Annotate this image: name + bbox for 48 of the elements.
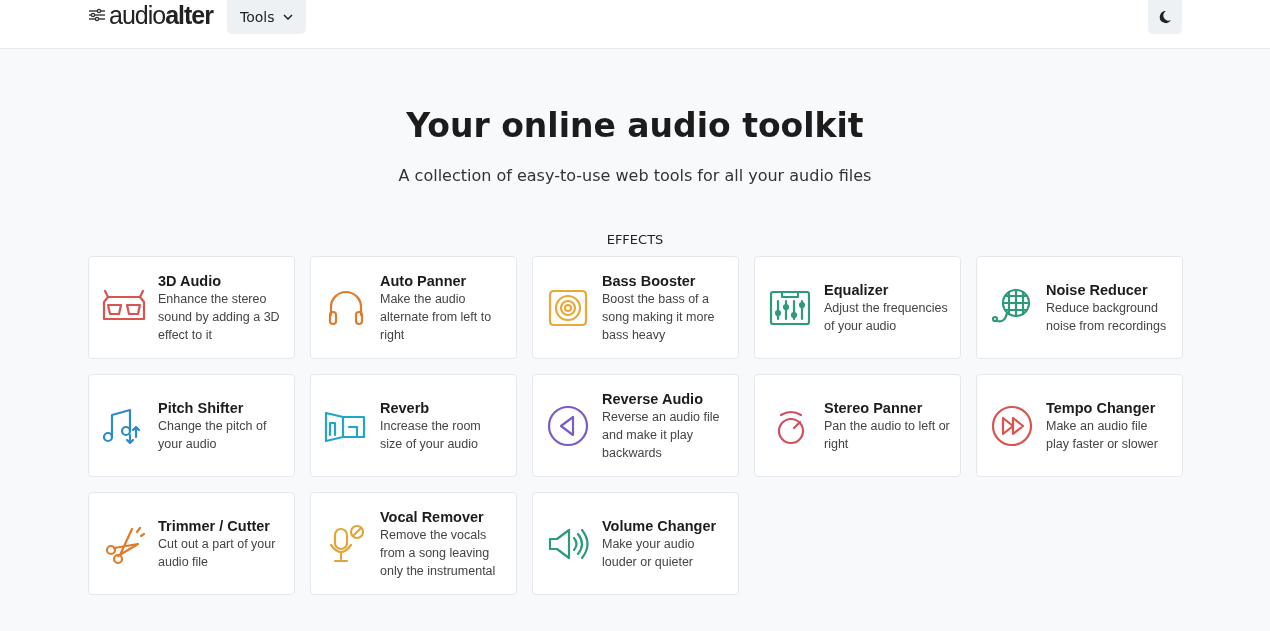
tool-card[interactable]: Pitch Shifter Change the pitch of your audio: [88, 374, 295, 477]
tool-description: Increase the room size of your audio: [380, 417, 482, 453]
tool-description: Adjust the frequencies of your audio: [824, 299, 949, 335]
tool-card[interactable]: Volume Changer Make your audio louder or quieter: [532, 492, 739, 595]
tool-title: Stereo Panner: [824, 398, 924, 417]
tool-title: 3D Audio: [158, 271, 223, 290]
moon-icon: [1158, 10, 1172, 24]
tools-menu-button[interactable]: Tools: [227, 0, 307, 34]
tool-card[interactable]: Tempo Changer Make an audio file play faster or slower: [976, 374, 1183, 477]
chevron-down-icon: [283, 14, 294, 20]
tool-card[interactable]: Auto Panner Make the audio alternate from left to right: [310, 256, 517, 359]
tool-description: Cut out a part of your audio file: [158, 535, 277, 571]
page-title: Your online audio toolkit: [406, 105, 864, 147]
tool-title: Auto Panner: [380, 271, 468, 290]
tool-card[interactable]: 3D Audio Enhance the stereo sound by adding a 3D effect to it: [88, 256, 295, 359]
tool-title: Trimmer / Cutter: [158, 516, 271, 535]
tool-description: Reverse an audio file and make it play backwards: [602, 408, 721, 462]
dark-mode-button[interactable]: [1148, 0, 1182, 34]
tool-description: Enhance the stereo sound by adding a 3D effect to it: [158, 290, 281, 344]
tool-title: Reverb: [380, 398, 431, 417]
tool-card[interactable]: Equalizer Adjust the frequencies of your audio: [754, 256, 961, 359]
tool-title: Volume Changer: [602, 516, 718, 535]
tool-card[interactable]: Trimmer / Cutter Cut out a part of your audio file: [88, 492, 295, 595]
tool-card[interactable]: Vocal Remover Remove the vocals from a song leaving only the instrumental: [310, 492, 517, 595]
tool-card[interactable]: Reverb Increase the room size of your audio: [310, 374, 517, 477]
tool-description: Change the pitch of your audio: [158, 417, 268, 453]
tool-description: Boost the bass of a song making it more bass heavy: [602, 290, 716, 344]
logo-text[interactable]: audioalter: [109, 0, 213, 30]
page-subtitle: A collection of easy-to-use web tools for all your audio files: [398, 165, 872, 187]
tool-description: Make an audio file play faster or slower: [1046, 417, 1159, 453]
tool-title: Equalizer: [824, 280, 890, 299]
tool-description: Make your audio louder or quieter: [602, 535, 696, 571]
tool-title: Pitch Shifter: [158, 398, 245, 417]
tool-description: Remove the vocals from a song leaving only the instrumental: [380, 526, 497, 580]
tool-card[interactable]: Bass Booster Boost the bass of a song making it more bass heavy: [532, 256, 739, 359]
tool-title: Noise Reducer: [1046, 280, 1149, 299]
section-heading: EFFECTS: [606, 231, 664, 249]
tool-card[interactable]: Noise Reducer Reduce background noise from recordings: [976, 256, 1183, 359]
tool-title: Bass Booster: [602, 271, 697, 290]
tool-title: Vocal Remover: [380, 507, 485, 526]
tool-title: Tempo Changer: [1046, 398, 1157, 417]
tool-card[interactable]: Stereo Panner Pan the audio to left or right: [754, 374, 961, 477]
tool-card[interactable]: Reverse Audio Reverse an audio file and make it play backwards: [532, 374, 739, 477]
tool-description: Make the audio alternate from left to right: [380, 290, 493, 344]
tool-description: Pan the audio to left or right: [824, 417, 950, 453]
tool-title: Reverse Audio: [602, 389, 704, 408]
sliders-icon: [88, 8, 106, 22]
tool-description: Reduce background noise from recordings: [1046, 299, 1168, 335]
